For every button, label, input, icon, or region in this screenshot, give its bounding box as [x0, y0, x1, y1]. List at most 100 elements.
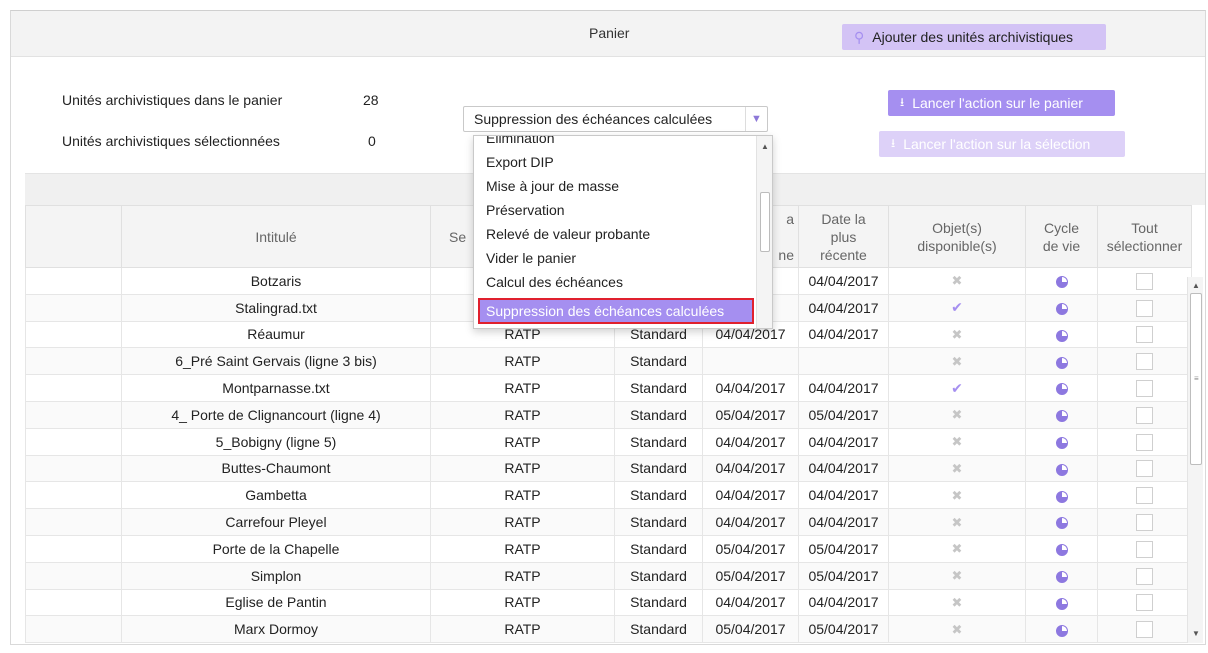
dropdown-option[interactable]: Préservation	[486, 202, 565, 218]
header-title[interactable]: Intitulé	[121, 205, 431, 268]
row-checkbox[interactable]	[1136, 621, 1153, 639]
scroll-down-icon[interactable]: ▼	[1188, 627, 1204, 641]
lifecycle-pie-icon[interactable]	[1055, 356, 1068, 369]
lifecycle-pie-icon[interactable]	[1055, 410, 1068, 423]
header-objects-available[interactable]: Objet(s) disponible(s)	[888, 205, 1026, 268]
table-row[interactable]: 5_Bobigny (ligne 5) RATP Standard 04/04/201…	[25, 427, 1192, 456]
lifecycle-pie-icon[interactable]	[1055, 597, 1068, 610]
row-objects-cell: ✖	[888, 561, 1026, 590]
lifecycle-pie-icon[interactable]	[1055, 302, 1068, 315]
row-lifecycle-cell	[1025, 454, 1098, 483]
row-checkbox[interactable]	[1136, 406, 1153, 424]
row-level: Standard	[614, 615, 703, 644]
check-icon: ✔	[951, 379, 963, 396]
dropdown-option[interactable]: Elimination	[486, 136, 554, 146]
table-scrollbar[interactable]: ▲ ≡ ▼	[1187, 277, 1203, 643]
lifecycle-pie-icon[interactable]	[1055, 276, 1068, 289]
table-row[interactable]: Eglise de Pantin RATP Standard 04/04/2017 04…	[25, 588, 1192, 617]
header-select-all[interactable]: Tout sélectionner	[1097, 205, 1192, 268]
row-title: Gambetta	[121, 481, 431, 510]
header-lifecycle[interactable]: Cycle de vie	[1025, 205, 1098, 268]
dropdown-option-highlighted[interactable]: Suppression des échéances calculées	[478, 298, 754, 324]
header-objects-l1: Objet(s)	[932, 219, 982, 236]
scroll-up-icon[interactable]: ▲	[1188, 279, 1204, 293]
lifecycle-pie-icon[interactable]	[1055, 329, 1068, 342]
row-service: RATP	[430, 534, 615, 563]
row-objects-cell: ✖	[888, 508, 1026, 536]
row-select-cell	[1097, 454, 1192, 483]
add-archival-units-label: Ajouter des unités archivistiques	[872, 29, 1074, 45]
row-title: Eglise de Pantin	[121, 588, 431, 617]
row-service: RATP	[430, 508, 615, 536]
row-newest-date: 04/04/2017	[798, 267, 889, 295]
lifecycle-pie-icon[interactable]	[1055, 463, 1068, 476]
dropdown-option[interactable]: Mise à jour de masse	[486, 178, 619, 194]
row-select-cell	[1097, 347, 1192, 376]
row-title: Botzaris	[121, 267, 431, 295]
row-oldest-date: 04/04/2017	[702, 427, 799, 456]
cross-icon: ✖	[951, 594, 963, 610]
action-select-value: Suppression des échéances calculées	[474, 111, 713, 127]
lifecycle-pie-icon[interactable]	[1055, 517, 1068, 530]
row-newest-date: 04/04/2017	[798, 481, 889, 510]
table-row[interactable]: Simplon RATP Standard 05/04/2017 05/04/2017 ✖	[25, 561, 1192, 590]
row-checkbox[interactable]	[1136, 272, 1153, 290]
table-row[interactable]: Marx Dormoy RATP Standard 05/04/2017 05/04/2…	[25, 615, 1192, 644]
cross-icon: ✖	[951, 273, 963, 289]
row-checkbox[interactable]	[1136, 433, 1153, 451]
row-checkbox[interactable]	[1136, 540, 1153, 558]
row-checkbox[interactable]	[1136, 567, 1153, 585]
dropdown-option[interactable]: Calcul des échéances	[486, 274, 623, 290]
cross-icon: ✖	[951, 487, 963, 503]
row-select-cell	[1097, 534, 1192, 563]
row-select-cell	[1097, 588, 1192, 617]
launch-action-basket-button[interactable]: ⭳ Lancer l'action sur le panier	[888, 90, 1115, 116]
action-select[interactable]: Suppression des échéances calculées ▼	[463, 106, 768, 132]
row-lifecycle-cell	[1025, 561, 1098, 590]
lifecycle-pie-icon[interactable]	[1055, 624, 1068, 637]
header-newest-date[interactable]: Date la plus récente	[798, 205, 889, 268]
row-checkbox[interactable]	[1136, 513, 1153, 531]
dropdown-option[interactable]: Export DIP	[486, 154, 554, 170]
table-row[interactable]: Gambetta RATP Standard 04/04/2017 04/04/2017…	[25, 481, 1192, 510]
row-checkbox[interactable]	[1136, 326, 1153, 344]
dropdown-option[interactable]: Relevé de valeur probante	[486, 226, 650, 242]
row-level: Standard	[614, 481, 703, 510]
row-checkbox[interactable]	[1136, 379, 1153, 397]
row-checkbox[interactable]	[1136, 594, 1153, 612]
table-row[interactable]: 4_ Porte de Clignancourt (ligne 4) RATP St…	[25, 400, 1192, 429]
table-row[interactable]: Buttes-Chaumont RATP Standard 04/04/2017 04/…	[25, 454, 1192, 483]
scroll-up-icon[interactable]: ▲	[757, 142, 772, 151]
table-row[interactable]: Montparnasse.txt RATP Standard 04/04/2017 04…	[25, 374, 1192, 402]
row-title: Porte de la Chapelle	[121, 534, 431, 563]
row-newest-date: 04/04/2017	[798, 588, 889, 617]
row-checkbox[interactable]	[1136, 299, 1153, 317]
lifecycle-pie-icon[interactable]	[1055, 383, 1068, 396]
chevron-down-icon[interactable]: ▼	[745, 107, 767, 131]
units-selected-count: 0	[368, 133, 376, 149]
launch-action-selection-button[interactable]: ⭳ Lancer l'action sur la sélection	[879, 131, 1125, 157]
add-archival-units-button[interactable]: ⚲ Ajouter des unités archivistiques	[842, 24, 1106, 50]
row-lifecycle-cell	[1025, 481, 1098, 510]
row-empty-cell	[25, 320, 122, 349]
cross-icon: ✖	[951, 541, 963, 557]
dropdown-option[interactable]: Vider le panier	[486, 250, 576, 266]
row-checkbox[interactable]	[1136, 460, 1153, 478]
cross-icon: ✖	[951, 460, 963, 476]
row-lifecycle-cell	[1025, 347, 1098, 376]
lifecycle-pie-icon[interactable]	[1055, 490, 1068, 503]
row-checkbox[interactable]	[1136, 487, 1153, 505]
row-oldest-date: 05/04/2017	[702, 400, 799, 429]
row-newest-date: 04/04/2017	[798, 374, 889, 402]
table-row[interactable]: Carrefour Pleyel RATP Standard 04/04/2017 04…	[25, 508, 1192, 536]
dropdown-scrollbar-thumb[interactable]	[760, 192, 770, 252]
row-objects-cell: ✖	[888, 615, 1026, 644]
row-checkbox[interactable]	[1136, 353, 1153, 371]
table-row[interactable]: Porte de la Chapelle RATP Standard 05/04/20…	[25, 534, 1192, 563]
lifecycle-pie-icon[interactable]	[1055, 544, 1068, 557]
table-row[interactable]: 6_Pré Saint Gervais (ligne 3 bis) RATP Sta…	[25, 347, 1192, 376]
lifecycle-pie-icon[interactable]	[1055, 570, 1068, 583]
dropdown-scrollbar[interactable]: ▲	[756, 136, 772, 328]
lifecycle-pie-icon[interactable]	[1055, 436, 1068, 449]
scrollbar-thumb[interactable]: ≡	[1190, 293, 1202, 465]
